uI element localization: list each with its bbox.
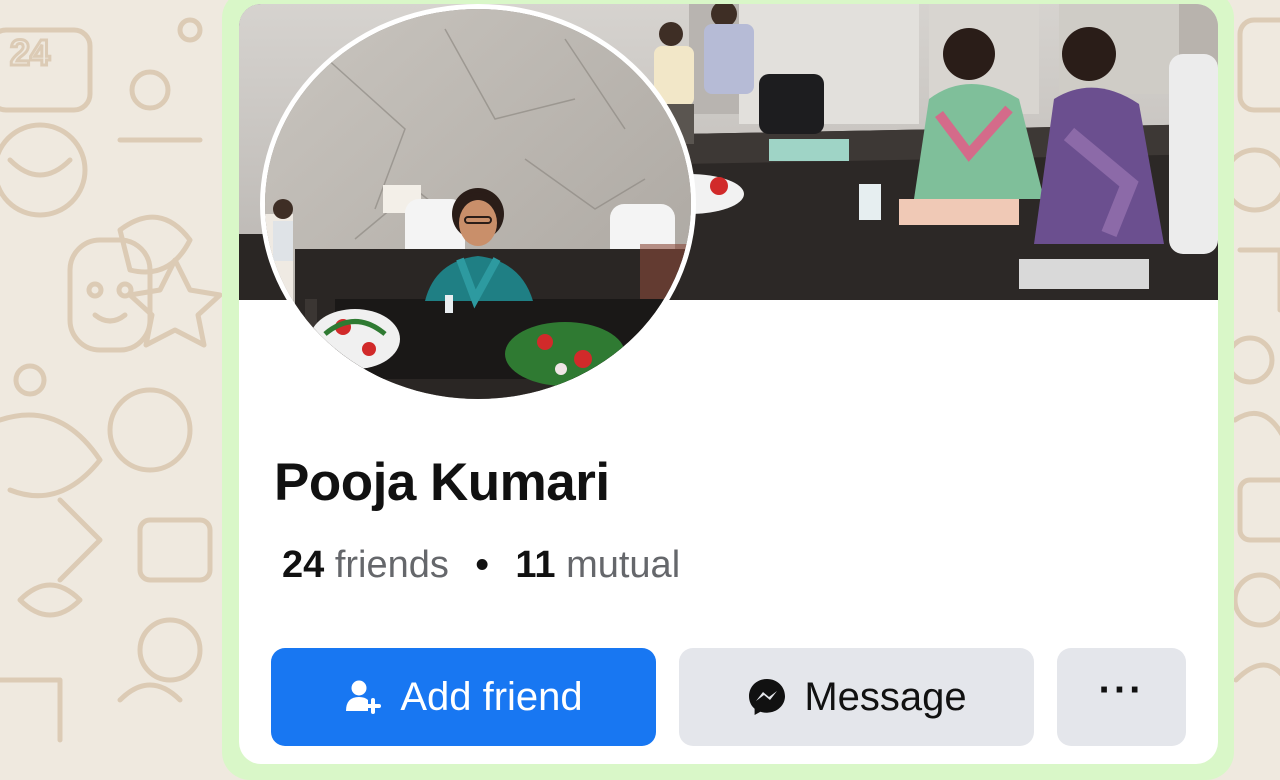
- friends-stats: 24 friends • 11 mutual: [282, 544, 680, 587]
- wallpaper-number: 24: [10, 32, 50, 73]
- messenger-icon: [746, 676, 788, 718]
- mutual-label[interactable]: mutual: [566, 544, 680, 586]
- add-friend-button[interactable]: Add friend: [271, 648, 656, 746]
- more-options-button[interactable]: ···: [1057, 648, 1186, 746]
- message-button[interactable]: Message: [679, 648, 1034, 746]
- profile-card[interactable]: Pooja Kumari 24 friends • 11 mutual Add …: [239, 4, 1218, 764]
- stats-separator: •: [475, 544, 489, 586]
- friends-label[interactable]: friends: [335, 544, 449, 586]
- mutual-count: 11: [515, 544, 556, 586]
- profile-picture[interactable]: [260, 4, 696, 404]
- profile-photo-art: [265, 9, 691, 399]
- add-friend-label: Add friend: [400, 674, 583, 719]
- profile-name: Pooja Kumari: [274, 453, 610, 512]
- more-dots-icon: ···: [1098, 668, 1145, 712]
- friends-count: 24: [282, 544, 325, 586]
- person-add-icon: [344, 677, 384, 717]
- message-label: Message: [804, 674, 967, 719]
